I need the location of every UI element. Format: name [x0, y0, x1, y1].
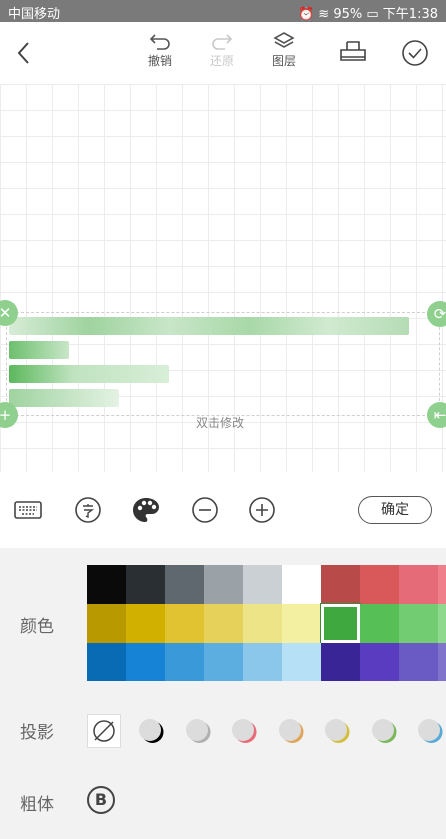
shadow-swatch-icon	[232, 719, 257, 743]
color-swatch[interactable]	[243, 565, 282, 604]
text-tool-bar: 确定	[0, 472, 446, 549]
shadow-swatch-icon	[325, 719, 350, 743]
shadow-option[interactable]	[136, 716, 166, 746]
color-swatch[interactable]	[243, 643, 282, 681]
clock: 下午1:38	[382, 7, 438, 22]
undo-icon	[149, 34, 170, 50]
drawing-canvas[interactable]: ✕ ⟳ + ⇤ 双击修改	[0, 84, 446, 472]
color-swatch[interactable]	[360, 643, 399, 681]
color-swatch[interactable]	[204, 604, 243, 643]
color-swatch[interactable]	[438, 643, 446, 681]
rotate-handle[interactable]: ⟳	[427, 301, 446, 327]
color-swatch-selected[interactable]	[320, 603, 361, 644]
done-button[interactable]	[401, 39, 429, 67]
palette-icon	[133, 498, 159, 522]
color-swatch[interactable]	[126, 643, 165, 681]
status-bar: 中国移动 ⏰ ≋ 95% ▭ 下午1:38	[0, 0, 446, 22]
color-swatch[interactable]	[282, 604, 321, 643]
undo-label: 撤销	[147, 54, 172, 68]
color-swatch[interactable]	[204, 643, 243, 681]
redo-label: 还原	[209, 54, 234, 68]
check-circle-icon	[402, 40, 428, 66]
carrier-name: 中国移动	[8, 7, 61, 22]
color-swatch[interactable]	[321, 565, 360, 604]
color-palette	[87, 565, 446, 681]
shadow-swatch-icon	[139, 719, 164, 743]
text-box[interactable]	[6, 312, 440, 416]
font-icon	[75, 497, 101, 523]
color-swatch[interactable]	[165, 604, 204, 643]
color-swatch[interactable]	[282, 565, 321, 604]
shadow-swatch-icon	[185, 719, 210, 743]
status-right: ⏰ ≋ 95% ▭ 下午1:38	[298, 3, 438, 22]
obscured-text-line	[9, 389, 119, 407]
color-swatch[interactable]	[399, 565, 438, 604]
alarm-icon: ⏰	[297, 7, 315, 22]
shadow-option[interactable]	[369, 716, 399, 746]
undo-button[interactable]: 撤销	[135, 30, 185, 69]
bold-label: 粗体	[20, 795, 54, 815]
shadow-option[interactable]	[276, 716, 306, 746]
color-swatch[interactable]	[321, 643, 360, 681]
obscured-text-line	[9, 317, 409, 335]
export-button[interactable]	[338, 40, 368, 66]
no-shadow-option[interactable]	[87, 714, 121, 748]
redo-icon	[212, 34, 233, 50]
font-button[interactable]	[74, 496, 102, 524]
increase-size-button[interactable]	[248, 496, 276, 524]
bold-toggle[interactable]: B	[87, 786, 115, 814]
resize-handle[interactable]: ⇤	[427, 402, 446, 428]
color-swatch[interactable]	[126, 565, 165, 604]
color-swatch[interactable]	[399, 604, 438, 643]
keyboard-button[interactable]	[14, 496, 42, 524]
color-swatch[interactable]	[165, 565, 204, 604]
color-swatch[interactable]	[399, 643, 438, 681]
color-swatch[interactable]	[165, 643, 204, 681]
decrease-size-button[interactable]	[191, 496, 219, 524]
color-swatch[interactable]	[243, 604, 282, 643]
layers-label: 图层	[271, 54, 296, 68]
obscured-text-line	[9, 341, 69, 359]
color-swatch[interactable]	[126, 604, 165, 643]
shadow-option[interactable]	[229, 716, 259, 746]
shadow-label: 投影	[20, 723, 54, 743]
keyboard-icon	[14, 501, 42, 519]
wifi-icon: ≋	[318, 7, 330, 22]
no-shadow-icon	[93, 720, 115, 742]
battery-icon: ▭	[366, 7, 379, 22]
edit-hint: 双击修改	[196, 416, 245, 430]
shadow-option[interactable]	[415, 716, 445, 746]
color-swatch[interactable]	[87, 565, 126, 604]
print-icon	[340, 41, 366, 61]
battery-percent: 95%	[333, 7, 363, 22]
shadow-swatch-icon	[278, 719, 303, 743]
minus-circle-icon	[192, 497, 218, 523]
color-swatch[interactable]	[438, 604, 446, 643]
obscured-text-line	[9, 365, 169, 383]
palette-button[interactable]	[131, 496, 159, 524]
confirm-button[interactable]: 确定	[358, 496, 432, 524]
shadow-swatch-icon	[418, 719, 443, 743]
chevron-left-icon	[17, 42, 29, 64]
shadow-option[interactable]	[183, 716, 213, 746]
style-panel: 颜色 投影 粗体 B	[0, 548, 446, 839]
top-toolbar: 撤销 还原 图层	[0, 22, 446, 85]
layers-button[interactable]: 图层	[259, 30, 309, 69]
color-label: 颜色	[20, 617, 54, 637]
back-button[interactable]	[12, 38, 36, 68]
color-swatch[interactable]	[204, 565, 243, 604]
shadow-option[interactable]	[322, 716, 352, 746]
color-swatch[interactable]	[360, 565, 399, 604]
color-swatch[interactable]	[87, 604, 126, 643]
color-swatch[interactable]	[360, 604, 399, 643]
color-swatch[interactable]	[438, 565, 446, 604]
color-swatch[interactable]	[282, 643, 321, 681]
layers-icon	[273, 32, 295, 48]
plus-circle-icon	[249, 497, 275, 523]
color-swatch[interactable]	[87, 643, 126, 681]
shadow-swatch-icon	[371, 719, 396, 743]
redo-button[interactable]: 还原	[197, 30, 247, 69]
